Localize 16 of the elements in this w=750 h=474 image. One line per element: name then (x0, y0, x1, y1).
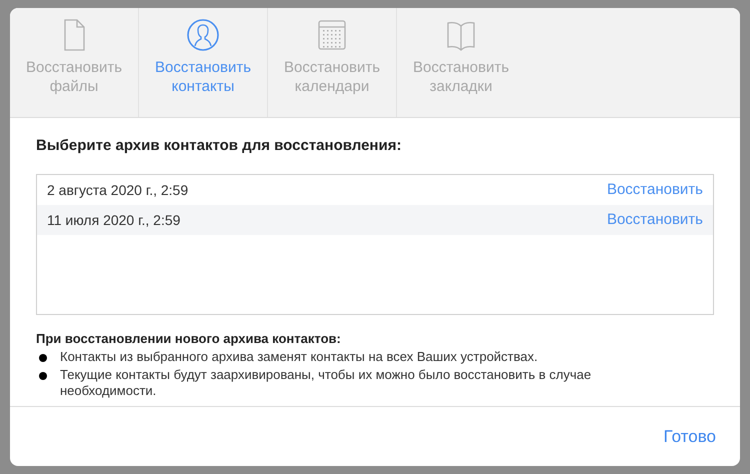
restore-tab[interactable]: Восстановить календари (268, 8, 397, 117)
bullet-icon (39, 354, 47, 362)
archive-date: 11 июля 2020 г., 2:59 (47, 210, 180, 230)
notes-title: При восстановлении нового архива контактов: (36, 330, 342, 347)
note-text: Текущие контакты будут заархивированы, чтобы их можно было восстановить в случае необходимости. (60, 367, 592, 399)
bullet-icon (39, 372, 47, 380)
restore-link[interactable]: Восстановить (606, 208, 703, 232)
archive-date: 2 августа 2020 г., 2:59 (47, 180, 188, 200)
restore-tab[interactable]: Восстановить контакты (139, 8, 268, 117)
section-heading: Выберите архив контактов для восстановления: (36, 136, 402, 156)
restore-tab[interactable]: Восстановить закладки (397, 8, 526, 117)
done-button[interactable]: Готово (664, 424, 716, 450)
note-text: Контакты из выбранного архива заменят контакты на всех Ваших устройствах. (60, 349, 539, 365)
restore-tab[interactable]: Восстановить файлы (10, 8, 139, 117)
person-icon (186, 18, 220, 52)
restore-link[interactable]: Восстановить (606, 178, 703, 202)
